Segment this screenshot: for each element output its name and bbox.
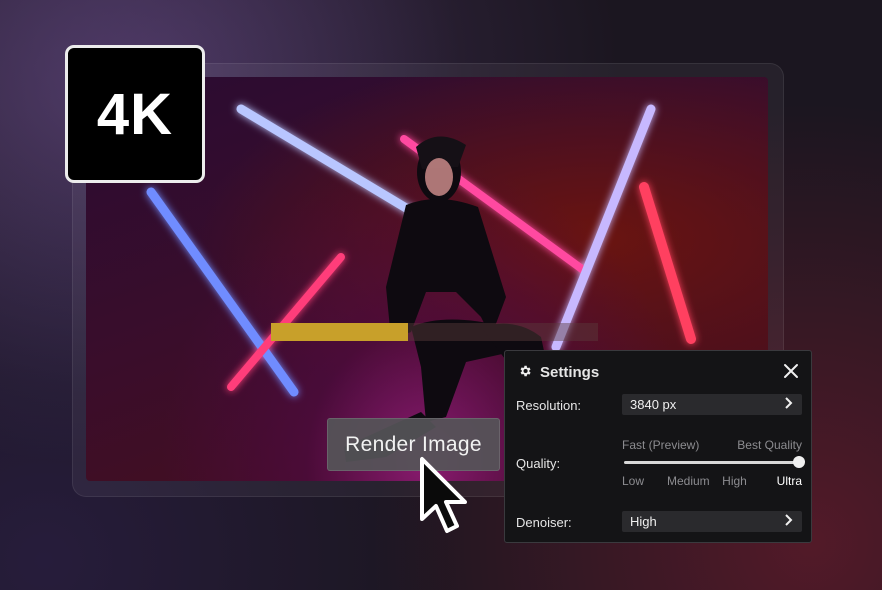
badge-label: 4K (96, 81, 174, 147)
render-progress-bar (271, 323, 598, 341)
settings-title: Settings (540, 364, 600, 381)
quality-level-ultra: Ultra (776, 474, 802, 488)
quality-label: Quality: (516, 456, 561, 471)
quality-level-low: Low (622, 474, 645, 488)
denoiser-label: Denoiser: (516, 515, 572, 530)
quality-slider-track[interactable] (624, 461, 799, 464)
resolution-label: Resolution: (516, 398, 582, 413)
quality-level-medium: Medium (667, 474, 710, 488)
quality-level-high: High (722, 474, 747, 488)
close-icon[interactable] (783, 363, 799, 382)
settings-header: Settings (518, 364, 599, 381)
render-button-label: Render Image (345, 432, 482, 456)
resolution-select[interactable]: 3840 px (622, 394, 802, 415)
quality-scale-low: Fast (Preview) (622, 438, 700, 452)
denoiser-value: High (630, 514, 657, 529)
quality-levels: Low Medium High Ultra (622, 474, 802, 488)
resolution-value: 3840 px (630, 397, 677, 412)
denoiser-select[interactable]: High (622, 511, 802, 532)
settings-panel: Settings Resolution: 3840 px Quality: Fa… (504, 350, 812, 543)
render-progress-fill (271, 323, 409, 341)
quality-scale-high: Best Quality (737, 438, 802, 452)
mouse-pointer-icon (418, 455, 476, 542)
gear-icon (518, 364, 532, 381)
quality-slider-thumb[interactable] (793, 456, 805, 468)
chevron-right-icon (784, 397, 794, 412)
resolution-4k-badge: 4K (65, 45, 205, 183)
chevron-right-icon (784, 514, 794, 529)
quality-scale-labels: Fast (Preview) Best Quality (622, 438, 802, 452)
